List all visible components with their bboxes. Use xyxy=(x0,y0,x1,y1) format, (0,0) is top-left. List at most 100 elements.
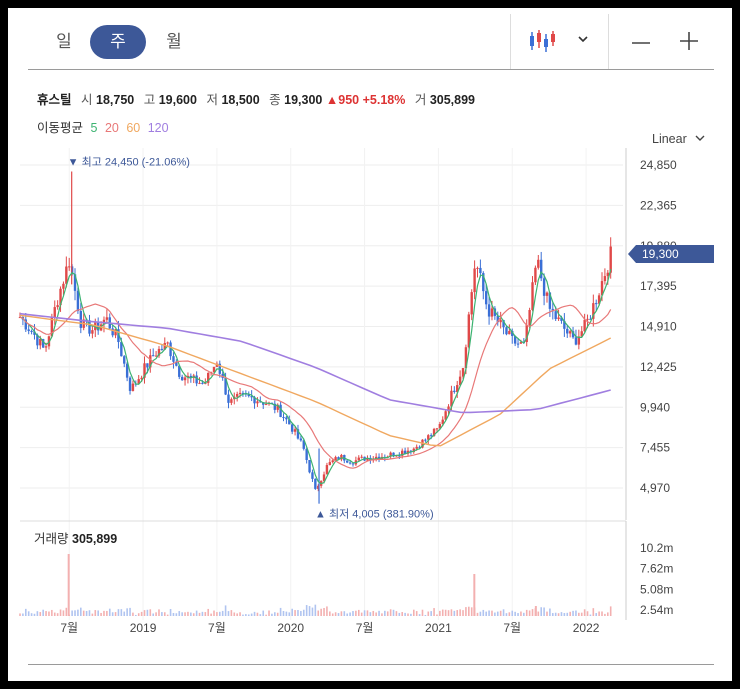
volume-bar xyxy=(609,606,612,616)
volume-bar xyxy=(369,612,372,616)
volume-panel-label: 거래량 305,899 xyxy=(34,528,117,547)
volume-bar xyxy=(453,610,456,616)
candle-body xyxy=(554,311,557,320)
volume-bar xyxy=(221,610,224,616)
volume-bar xyxy=(39,612,42,616)
volume-bar xyxy=(598,611,600,616)
volume-bar xyxy=(207,608,210,616)
volume-bar xyxy=(253,611,256,616)
bottom-separator xyxy=(28,664,714,665)
volume-bar xyxy=(311,607,314,616)
volume-bar xyxy=(465,607,467,616)
volume-bar xyxy=(323,607,325,616)
volume-bar xyxy=(276,612,279,616)
low-annotation: ▲ 최저 4,005 (381.90%) xyxy=(315,508,434,521)
volume-bar xyxy=(268,610,270,616)
volume-bar xyxy=(227,611,230,616)
volume-bar xyxy=(320,608,322,616)
volume-bar xyxy=(210,613,212,616)
volume-bar xyxy=(242,614,244,616)
candle-body xyxy=(595,303,598,305)
y-tick-label: 4,970 xyxy=(640,481,670,495)
volume-bar xyxy=(485,611,487,616)
volume-bar xyxy=(24,608,27,616)
candle-body xyxy=(603,276,607,282)
candle-body xyxy=(357,457,360,461)
volume-bar xyxy=(300,610,302,616)
volume-bar xyxy=(305,605,308,616)
x-tick-label: 7월 xyxy=(356,621,374,635)
volume-tick-label: 2.54m xyxy=(640,603,673,617)
volume-bar xyxy=(42,609,44,616)
volume-bar xyxy=(314,604,317,616)
volume-bar xyxy=(604,613,606,616)
price-chart[interactable]: 24,85022,36519,88017,39514,91012,4259,94… xyxy=(8,8,732,681)
candle-body xyxy=(105,317,109,320)
candle-body xyxy=(453,390,456,392)
volume-bar xyxy=(120,609,123,616)
volume-bar xyxy=(59,609,62,616)
candle-body xyxy=(435,428,439,430)
volume-bar xyxy=(430,611,432,616)
candle-body xyxy=(68,266,71,268)
volume-bar xyxy=(129,607,131,616)
volume-bar xyxy=(546,611,548,616)
volume-bar xyxy=(412,609,415,616)
candle-body xyxy=(308,459,311,473)
candle-body xyxy=(88,320,91,334)
volume-bar xyxy=(117,609,120,616)
volume-bar xyxy=(560,612,563,616)
volume-bar xyxy=(572,610,574,616)
volume-bar xyxy=(155,612,157,616)
volume-bar xyxy=(554,612,557,616)
volume-bar xyxy=(398,612,401,616)
volume-bar xyxy=(149,609,152,616)
volume-tick-label: 5.08m xyxy=(640,582,673,596)
volume-bar xyxy=(421,609,424,616)
volume-bar xyxy=(404,612,406,616)
volume-bar xyxy=(508,612,511,616)
candle-body xyxy=(534,267,537,283)
volume-bar xyxy=(288,612,291,616)
volume-bar xyxy=(386,611,389,616)
volume-bar xyxy=(523,612,525,616)
candle-body xyxy=(79,311,83,328)
volume-bar xyxy=(282,611,285,616)
candle-body xyxy=(314,478,317,489)
volume-bar xyxy=(302,609,305,616)
candle-body xyxy=(264,404,268,406)
volume-bar xyxy=(352,611,354,616)
volume-bar xyxy=(372,610,375,616)
volume-bar xyxy=(476,612,479,616)
candle-body xyxy=(331,460,334,463)
candle-body xyxy=(586,318,589,320)
volume-bar xyxy=(67,554,70,616)
volume-bar xyxy=(279,607,282,616)
volume-bar xyxy=(48,611,50,616)
volume-tick-label: 7.62m xyxy=(640,562,673,576)
volume-bar xyxy=(444,609,447,616)
volume-bar xyxy=(580,612,583,616)
volume-bar xyxy=(51,609,53,616)
volume-bar xyxy=(216,612,218,616)
volume-bar xyxy=(439,610,441,616)
volume-bar xyxy=(169,609,172,616)
volume-bar xyxy=(566,612,569,616)
volume-bar xyxy=(45,611,47,616)
volume-bar xyxy=(85,610,88,616)
volume-bar xyxy=(583,609,586,616)
volume-bar xyxy=(91,613,94,616)
candle-body xyxy=(537,259,540,268)
y-tick-label: 9,940 xyxy=(640,400,670,414)
volume-bar xyxy=(331,613,334,616)
volume-bar xyxy=(360,612,363,616)
volume-bar xyxy=(224,605,227,616)
volume-bar xyxy=(56,613,59,616)
ma60-line xyxy=(19,314,612,447)
volume-bar xyxy=(198,612,201,616)
volume-bar xyxy=(181,612,183,616)
volume-bar xyxy=(218,611,221,616)
candle-body xyxy=(201,382,204,384)
candle-body xyxy=(172,356,175,362)
volume-bar xyxy=(363,610,366,616)
